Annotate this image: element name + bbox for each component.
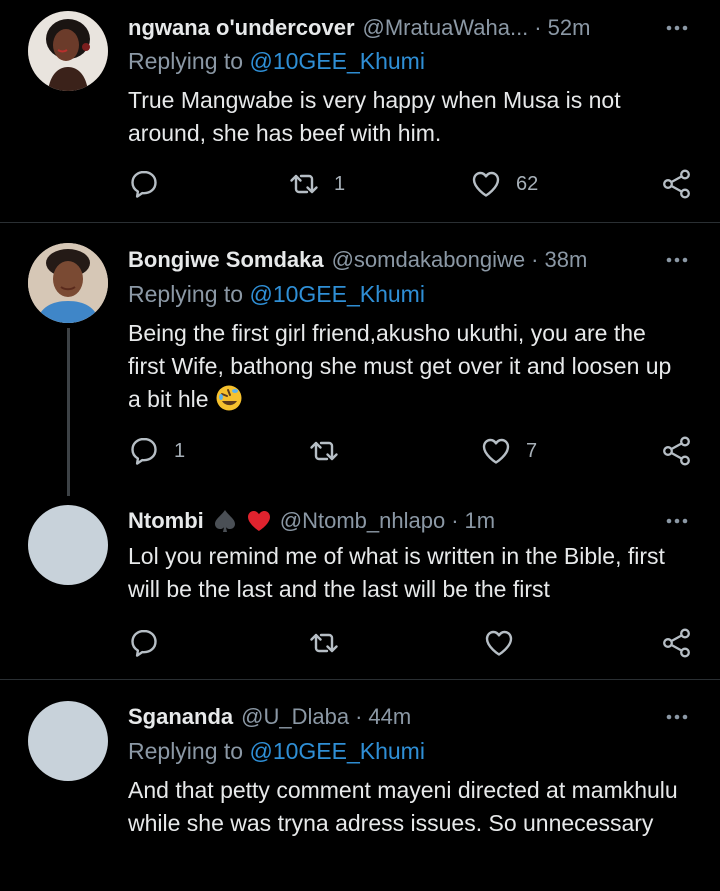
retweet-icon — [308, 627, 340, 659]
replying-label: Replying to — [128, 738, 250, 764]
author-handle[interactable]: @MratuaWaha... — [363, 15, 529, 41]
reply-icon — [128, 627, 160, 659]
author-name[interactable]: Ntombi — [128, 508, 204, 534]
share-button[interactable] — [661, 166, 693, 202]
reply-button[interactable] — [128, 166, 174, 202]
reply-icon — [128, 435, 160, 467]
retweet-count: 1 — [334, 172, 346, 195]
tweet-text: Lol you remind me of what is written in … — [128, 543, 665, 602]
replying-to: Replying to @10GEE_Khumi — [128, 48, 425, 75]
timestamp[interactable]: 52m — [548, 15, 591, 41]
reply-button[interactable]: 1 — [128, 433, 185, 469]
thread-connector-line — [67, 328, 70, 496]
like-icon — [470, 168, 502, 200]
reply-button[interactable] — [128, 625, 160, 661]
author-handle[interactable]: @Ntomb_nhlapo — [280, 508, 445, 534]
share-icon — [661, 435, 693, 467]
action-bar — [128, 625, 693, 661]
replying-to: Replying to @10GEE_Khumi — [128, 281, 425, 308]
retweet-button[interactable] — [308, 625, 340, 661]
replying-to: Replying to @10GEE_Khumi — [128, 738, 425, 765]
more-icon[interactable] — [664, 507, 690, 535]
mention-link[interactable]: @10GEE_Khumi — [249, 281, 425, 307]
more-icon[interactable] — [664, 14, 690, 42]
replying-label: Replying to — [128, 48, 250, 74]
more-icon[interactable] — [664, 703, 690, 731]
separator: · — [451, 508, 459, 533]
avatar[interactable] — [28, 505, 108, 585]
tweet-text-block: Being the first girl friend,akusho ukuth… — [128, 317, 688, 416]
retweet-button[interactable] — [308, 433, 354, 469]
like-icon — [483, 627, 515, 659]
share-button[interactable] — [661, 433, 693, 469]
author-name[interactable]: ngwana o'undercover — [128, 15, 355, 41]
separator: · — [531, 247, 539, 272]
tweet-text: Being the first girl friend,akusho ukuth… — [128, 320, 672, 412]
author-handle[interactable]: @U_Dlaba — [241, 704, 349, 730]
avatar[interactable] — [28, 11, 108, 91]
replying-label: Replying to — [128, 281, 250, 307]
timestamp[interactable]: 1m — [465, 508, 496, 534]
action-bar: 1 62 — [128, 166, 693, 202]
author-name[interactable]: Sgananda — [128, 704, 233, 730]
tweet-4[interactable]: Sgananda @U_Dlaba · 44m Replying to @10G… — [0, 680, 720, 891]
tweet-2[interactable]: Bongiwe Somdaka @somdakabongiwe · 38m Re… — [0, 223, 720, 493]
spade-icon — [212, 508, 238, 534]
like-button[interactable] — [483, 625, 515, 661]
avatar[interactable] — [28, 701, 108, 781]
like-count: 7 — [526, 439, 538, 462]
timestamp[interactable]: 38m — [544, 247, 587, 273]
separator: · — [534, 15, 542, 40]
red-heart-icon — [246, 508, 272, 534]
tweet-3[interactable]: Ntombi @Ntomb_nhlapo · 1m Lol you remind… — [0, 493, 720, 679]
more-icon[interactable] — [664, 246, 690, 274]
avatar[interactable] — [28, 243, 108, 323]
reply-icon — [128, 168, 160, 200]
share-icon — [661, 168, 693, 200]
like-button[interactable]: 62 — [470, 166, 538, 202]
like-button[interactable]: 7 — [480, 433, 537, 469]
mention-link[interactable]: @10GEE_Khumi — [249, 738, 425, 764]
share-button[interactable] — [661, 625, 693, 661]
tweet-text: And that petty comment mayeni directed a… — [128, 777, 678, 836]
avatar-image — [28, 11, 108, 91]
like-count: 62 — [516, 172, 539, 195]
reply-count: 1 — [174, 439, 186, 462]
mention-link[interactable]: @10GEE_Khumi — [249, 48, 425, 74]
tweet-1[interactable]: ngwana o'undercover @MratuaWaha... · 52m… — [0, 0, 720, 222]
retweet-icon — [308, 435, 340, 467]
retweet-button[interactable]: 1 — [288, 166, 345, 202]
author-name[interactable]: Bongiwe Somdaka — [128, 247, 324, 273]
share-icon — [661, 627, 693, 659]
tweet-text: True Mangwabe is very happy when Musa is… — [128, 87, 621, 146]
rolling-laughing-emoji-icon — [216, 385, 242, 411]
avatar-image — [28, 243, 108, 323]
separator: · — [355, 704, 363, 729]
author-handle[interactable]: @somdakabongiwe — [332, 247, 526, 273]
like-icon — [480, 435, 512, 467]
action-bar: 1 7 — [128, 433, 693, 469]
timestamp[interactable]: 44m — [368, 704, 411, 730]
retweet-icon — [288, 168, 320, 200]
